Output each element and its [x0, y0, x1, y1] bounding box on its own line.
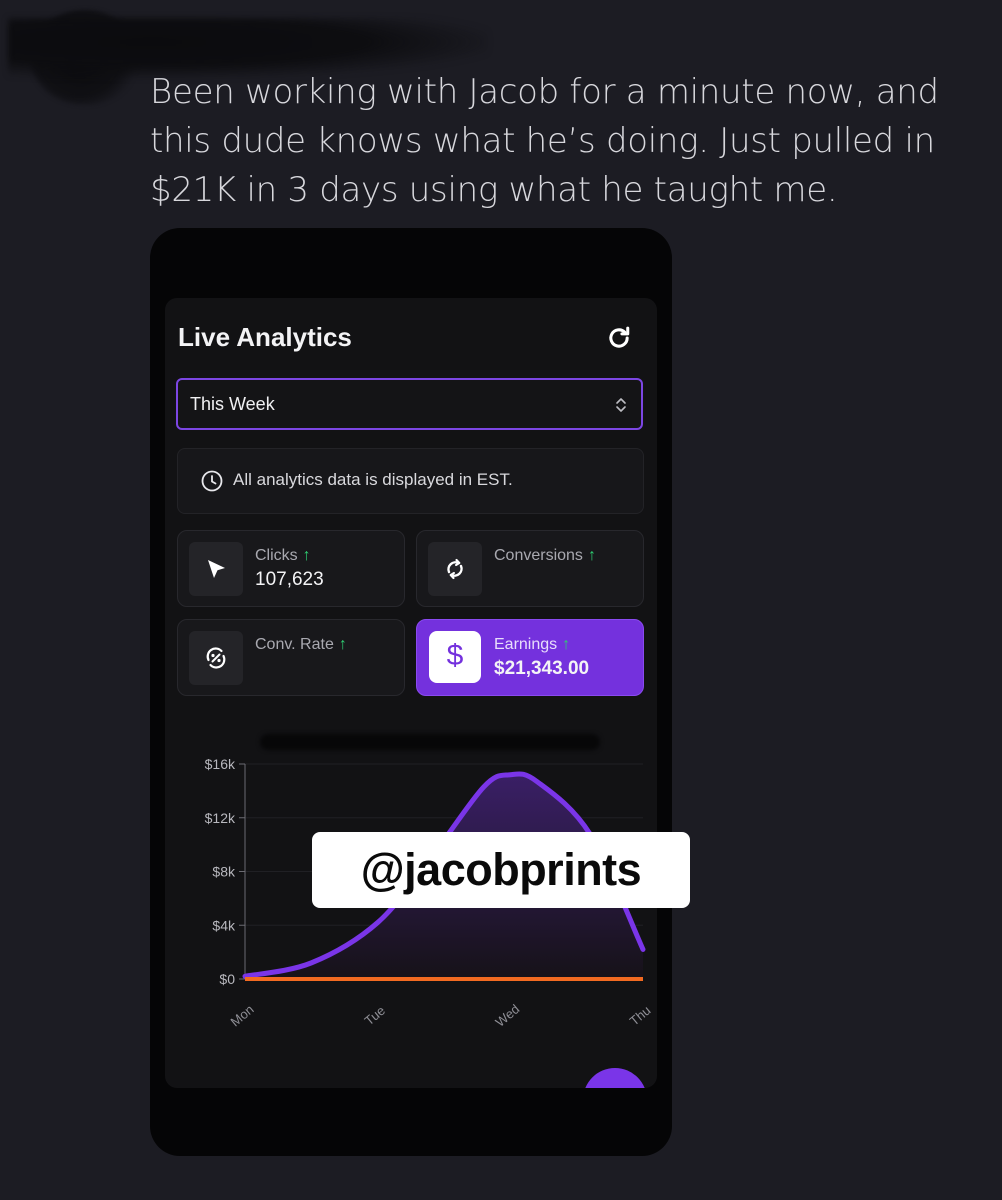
y-tick-label: $16k: [205, 756, 236, 772]
cursor-icon-box: [189, 542, 243, 596]
percent-icon: [206, 647, 226, 669]
sync-icon-box: [428, 542, 482, 596]
timezone-notice-text: All analytics data is displayed in EST.: [233, 470, 513, 489]
trend-up-icon: ↑: [338, 636, 347, 653]
y-tick-label: $0: [219, 971, 235, 987]
y-tick-label: $8k: [212, 864, 236, 880]
stat-card-clicks[interactable]: Clicks ↑ 107,623: [177, 530, 405, 607]
timezone-notice: All analytics data is displayed in EST.: [177, 448, 644, 514]
stat-label: Conversions ↑: [494, 547, 596, 564]
trend-up-icon: ↑: [302, 547, 311, 564]
analytics-screen: Live Analytics This Week All analytics d…: [165, 298, 657, 1088]
period-select[interactable]: This Week: [176, 378, 643, 430]
page-title: Live Analytics: [178, 322, 352, 352]
stat-value: $21,343.00: [494, 658, 590, 679]
y-tick-label: $4k: [212, 917, 236, 933]
stat-label: Conv. Rate ↑: [255, 636, 347, 653]
x-tick-label: Tue: [362, 1003, 388, 1029]
percent-icon-box: [189, 631, 243, 685]
stat-card-earnings[interactable]: $ Earnings ↑ $21,343.00: [416, 619, 644, 696]
stat-value: 107,623: [255, 569, 324, 590]
period-select-value: This Week: [190, 394, 275, 414]
stat-card-conversions[interactable]: Conversions ↑: [416, 530, 644, 607]
trend-up-icon: ↑: [587, 547, 596, 564]
stat-label: Clicks ↑: [255, 547, 311, 564]
clock-icon: [201, 470, 223, 492]
watermark: @jacobprints: [312, 832, 690, 908]
redacted-chart-title: [260, 734, 600, 750]
sync-icon: [447, 558, 463, 580]
stat-card-conv-rate[interactable]: Conv. Rate ↑: [177, 619, 405, 696]
y-tick-label: $12k: [205, 810, 236, 826]
refresh-icon[interactable]: [605, 324, 633, 352]
cursor-icon: [208, 560, 225, 578]
post-text: Been working with Jacob for a minute now…: [150, 72, 939, 210]
dollar-icon-box: $: [429, 631, 481, 683]
stat-label: Earnings ↑: [494, 636, 571, 653]
dollar-icon: $: [446, 639, 464, 672]
x-tick-label: Mon: [228, 1002, 257, 1030]
trend-up-icon: ↑: [562, 636, 571, 653]
x-tick-label: Thu: [627, 1003, 654, 1029]
earnings-chart: $0 $4k $8k $12k $16k Mon Tue Wed Thu: [205, 756, 654, 1030]
x-tick-label: Wed: [492, 1001, 522, 1030]
chevron-updown-icon: [616, 398, 626, 412]
